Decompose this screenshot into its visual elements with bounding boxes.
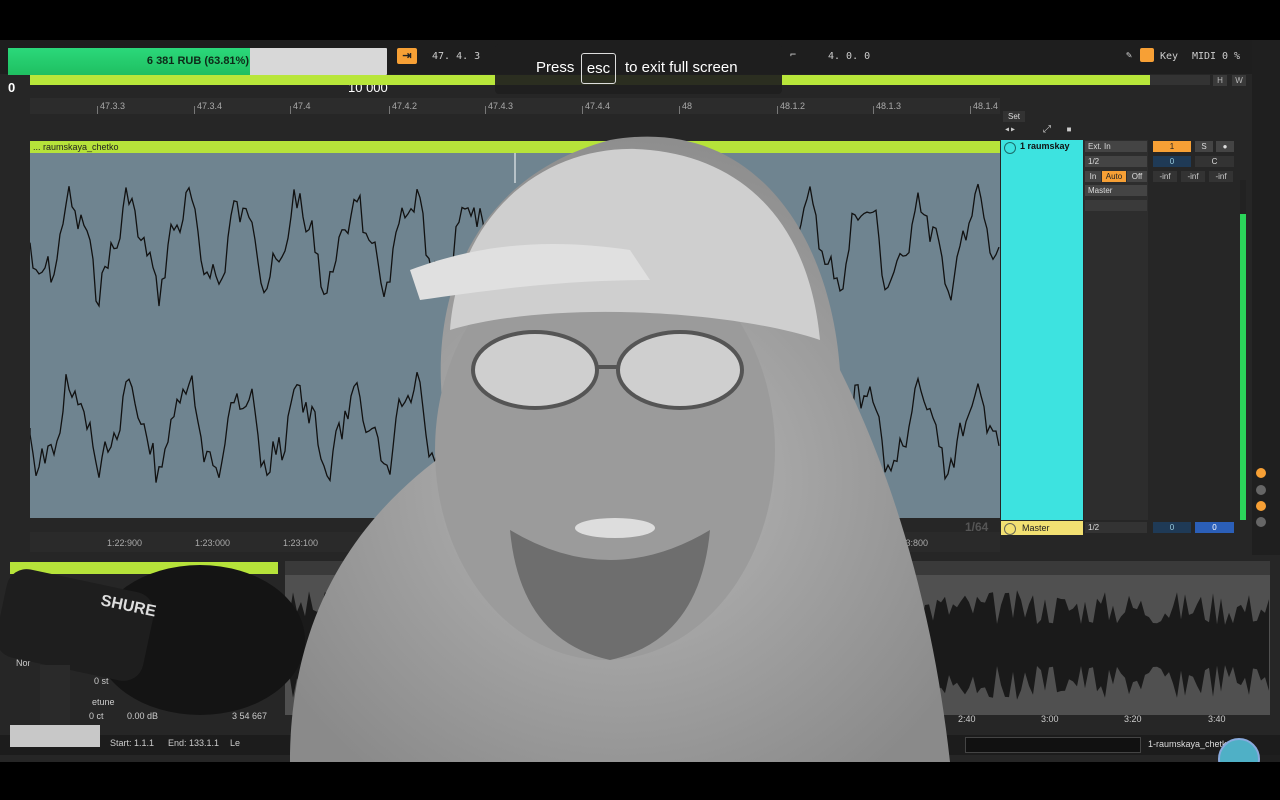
arrangement-ruler[interactable] bbox=[30, 98, 1000, 114]
master-label: Master bbox=[1022, 523, 1050, 533]
ruler-tick: 48 bbox=[682, 101, 693, 111]
clip-ruler-tick: 1:23:000 bbox=[195, 538, 231, 548]
crossfader-toggle-icon[interactable] bbox=[1256, 517, 1266, 527]
sends-toggle-icon[interactable] bbox=[1256, 485, 1266, 495]
meter-readout-3: -inf bbox=[1209, 171, 1233, 182]
output-select[interactable]: Master bbox=[1085, 185, 1147, 196]
bottom-letterbox bbox=[0, 762, 1280, 800]
ruler-tick-mark bbox=[679, 106, 680, 114]
monitor-auto-button[interactable]: Auto bbox=[1102, 171, 1126, 182]
level-meter bbox=[1240, 180, 1246, 520]
ruler-tick: 48.1.3 bbox=[876, 101, 902, 111]
monitor-in-button[interactable]: In bbox=[1085, 171, 1101, 182]
ruler-tick-mark bbox=[582, 106, 583, 114]
midi-map-button[interactable]: MIDI bbox=[1192, 51, 1216, 62]
ruler-tick: 47.4.2 bbox=[392, 101, 418, 111]
ruler-tick: 47.4.4 bbox=[585, 101, 611, 111]
grid-toggle-icon[interactable] bbox=[1140, 48, 1154, 62]
io-toggle-icon[interactable] bbox=[1256, 468, 1266, 478]
track-fold-icon[interactable] bbox=[1004, 142, 1016, 154]
mixer-toggle-icon[interactable] bbox=[1256, 501, 1266, 511]
follow-icon: ⇥ bbox=[402, 50, 412, 62]
master-fold-icon[interactable] bbox=[1004, 523, 1016, 535]
cpu-load: 0 % bbox=[1222, 51, 1241, 62]
top-letterbox bbox=[0, 0, 1280, 40]
ruler-tick-mark bbox=[389, 106, 390, 114]
ruler-tick-mark bbox=[194, 106, 195, 114]
detail-time-tick: 3:40 bbox=[1208, 714, 1226, 724]
ruler-tick: 48.1.4 bbox=[973, 101, 999, 111]
detail-time-tick: 3:00 bbox=[1041, 714, 1059, 724]
io-section bbox=[1084, 140, 1148, 520]
master-channel-select[interactable]: 1/2 bbox=[1085, 522, 1147, 533]
level-meter-fill bbox=[1240, 214, 1246, 520]
microphone: SHURE bbox=[0, 565, 305, 747]
ruler-tick-mark bbox=[97, 106, 98, 114]
overview-scrubber[interactable] bbox=[965, 737, 1141, 753]
ruler-tick-mark bbox=[873, 106, 874, 114]
detail-time-tick: 3:20 bbox=[1124, 714, 1142, 724]
key-map-button[interactable]: Key bbox=[1160, 51, 1178, 62]
progress-min: 0 bbox=[8, 80, 16, 95]
pencil-icon[interactable]: ✎ bbox=[1126, 50, 1132, 61]
arrangement-position[interactable]: 47. 4. 3 bbox=[432, 51, 480, 62]
arm-button[interactable]: ● bbox=[1216, 141, 1234, 152]
follow-button[interactable]: ⇥ bbox=[397, 48, 417, 64]
expand-icon[interactable]: ⤢ bbox=[1043, 124, 1051, 135]
solo-button[interactable]: S bbox=[1195, 141, 1213, 152]
h-button[interactable]: H bbox=[1213, 75, 1227, 86]
ruler-tick: 47.3.4 bbox=[197, 101, 223, 111]
zoom-ratio: 1/64 bbox=[965, 520, 989, 534]
ruler-tick-mark bbox=[290, 106, 291, 114]
set-button[interactable]: Set bbox=[1003, 111, 1025, 122]
master-volume-field[interactable]: 0 bbox=[1153, 522, 1191, 533]
output-channel-select[interactable] bbox=[1085, 200, 1147, 211]
ruler-tick: 47.3.3 bbox=[100, 101, 126, 111]
progress-label: 6 381 RUB (63.81%) bbox=[146, 55, 249, 67]
ruler-tick: 48.1.2 bbox=[780, 101, 806, 111]
input-type-select[interactable]: Ext. In bbox=[1085, 141, 1147, 152]
fullscreen-notice: Press esc to exit full screen bbox=[495, 44, 782, 94]
detail-time-tick: 2:40 bbox=[958, 714, 976, 724]
ruler-tick: 47.4.3 bbox=[488, 101, 514, 111]
esc-key: esc bbox=[581, 53, 616, 84]
overview-remaining bbox=[1150, 75, 1210, 85]
lock-icon[interactable]: ▪ bbox=[1066, 124, 1072, 135]
ruler-tick-mark bbox=[485, 106, 486, 114]
track-activator-button[interactable]: 1 bbox=[1153, 141, 1191, 152]
clip-title: ... raumskaya_chetko bbox=[33, 142, 119, 152]
ruler-tick-mark bbox=[970, 106, 971, 114]
donation-progress-bar: 6 381 RUB (63.81%) bbox=[8, 48, 387, 75]
meter-readout-1: -inf bbox=[1153, 171, 1177, 182]
meter-readout-2: -inf bbox=[1181, 171, 1205, 182]
scroll-arrows-icon[interactable]: ◂▸ bbox=[1004, 124, 1016, 135]
draw-envelope-icon[interactable]: ⌐ bbox=[790, 50, 796, 61]
ruler-tick-mark bbox=[777, 106, 778, 114]
track-header[interactable] bbox=[1001, 140, 1083, 520]
webcam-person bbox=[290, 136, 950, 762]
fullscreen-press-text: Press bbox=[536, 59, 575, 76]
fullscreen-exit-text: to exit full screen bbox=[625, 59, 738, 76]
track-name[interactable]: 1 raumskay bbox=[1020, 141, 1070, 151]
loop-length[interactable]: 4. 0. 0 bbox=[828, 51, 870, 62]
monitor-off-button[interactable]: Off bbox=[1127, 171, 1147, 182]
input-channel-select[interactable]: 1/2 bbox=[1085, 156, 1147, 167]
clip-ruler-tick: 1:22:900 bbox=[107, 538, 143, 548]
master-pan-field[interactable]: 0 bbox=[1195, 522, 1234, 533]
volume-field[interactable]: 0 bbox=[1153, 156, 1191, 167]
pan-field[interactable]: C bbox=[1195, 156, 1234, 167]
ruler-tick: 47.4 bbox=[293, 101, 311, 111]
w-button[interactable]: W bbox=[1232, 75, 1246, 86]
